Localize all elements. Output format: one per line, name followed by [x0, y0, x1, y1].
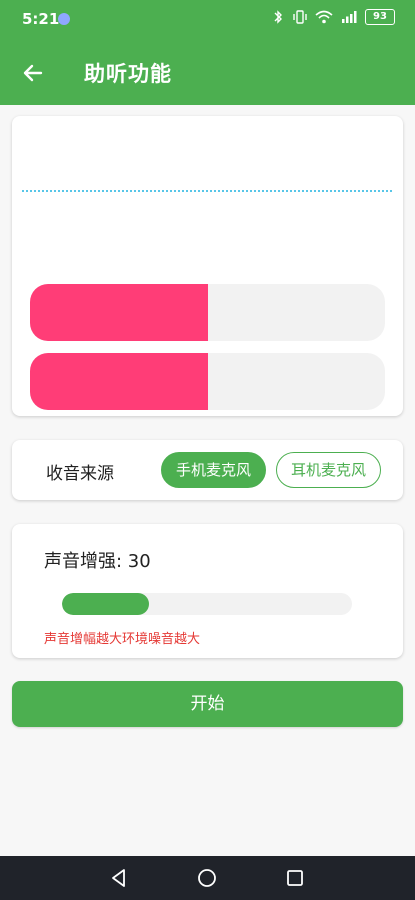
start-button[interactable]: 开始: [12, 681, 403, 727]
audio-visualizer-card: [12, 116, 403, 416]
bluetooth-icon: [58, 13, 70, 25]
vibrate-icon: [293, 10, 307, 24]
wifi-icon: [315, 10, 333, 24]
level-bar-fill: [30, 284, 208, 341]
home-circle-icon[interactable]: [196, 867, 218, 889]
bluetooth-icon: [274, 10, 282, 24]
volume-boost-warning: 声音增幅越大环境噪音越大: [44, 632, 201, 647]
page-title: 助听功能: [84, 62, 172, 86]
volume-boost-title: 声音增强: 30: [44, 551, 151, 572]
level-bar: [30, 284, 385, 341]
phone-mic-button[interactable]: 手机麦克风: [161, 452, 266, 488]
system-navigation-bar: [0, 856, 415, 900]
waveform-line: [22, 190, 392, 192]
audio-source-card: 收音来源 手机麦克风 耳机麦克风: [12, 440, 403, 500]
volume-boost-slider[interactable]: [62, 593, 352, 615]
arrow-left-icon[interactable]: [16, 56, 50, 90]
volume-boost-card: 声音增强: 30 声音增幅越大环境噪音越大: [12, 524, 403, 658]
battery-icon: 93: [365, 9, 395, 25]
volume-boost-slider-fill: [62, 593, 149, 615]
recent-square-icon[interactable]: [284, 867, 306, 889]
back-triangle-icon[interactable]: [108, 867, 130, 889]
level-bar: [30, 353, 385, 410]
status-time: 5:21: [22, 10, 60, 28]
level-bar-fill: [30, 353, 208, 410]
earphone-mic-button[interactable]: 耳机麦克风: [276, 452, 381, 488]
app-bar: 助听功能: [0, 40, 415, 105]
status-icons: 93: [271, 9, 395, 25]
audio-source-label: 收音来源: [46, 464, 114, 484]
status-bar: 5:21 93: [0, 0, 415, 40]
signal-icon: [342, 11, 357, 23]
